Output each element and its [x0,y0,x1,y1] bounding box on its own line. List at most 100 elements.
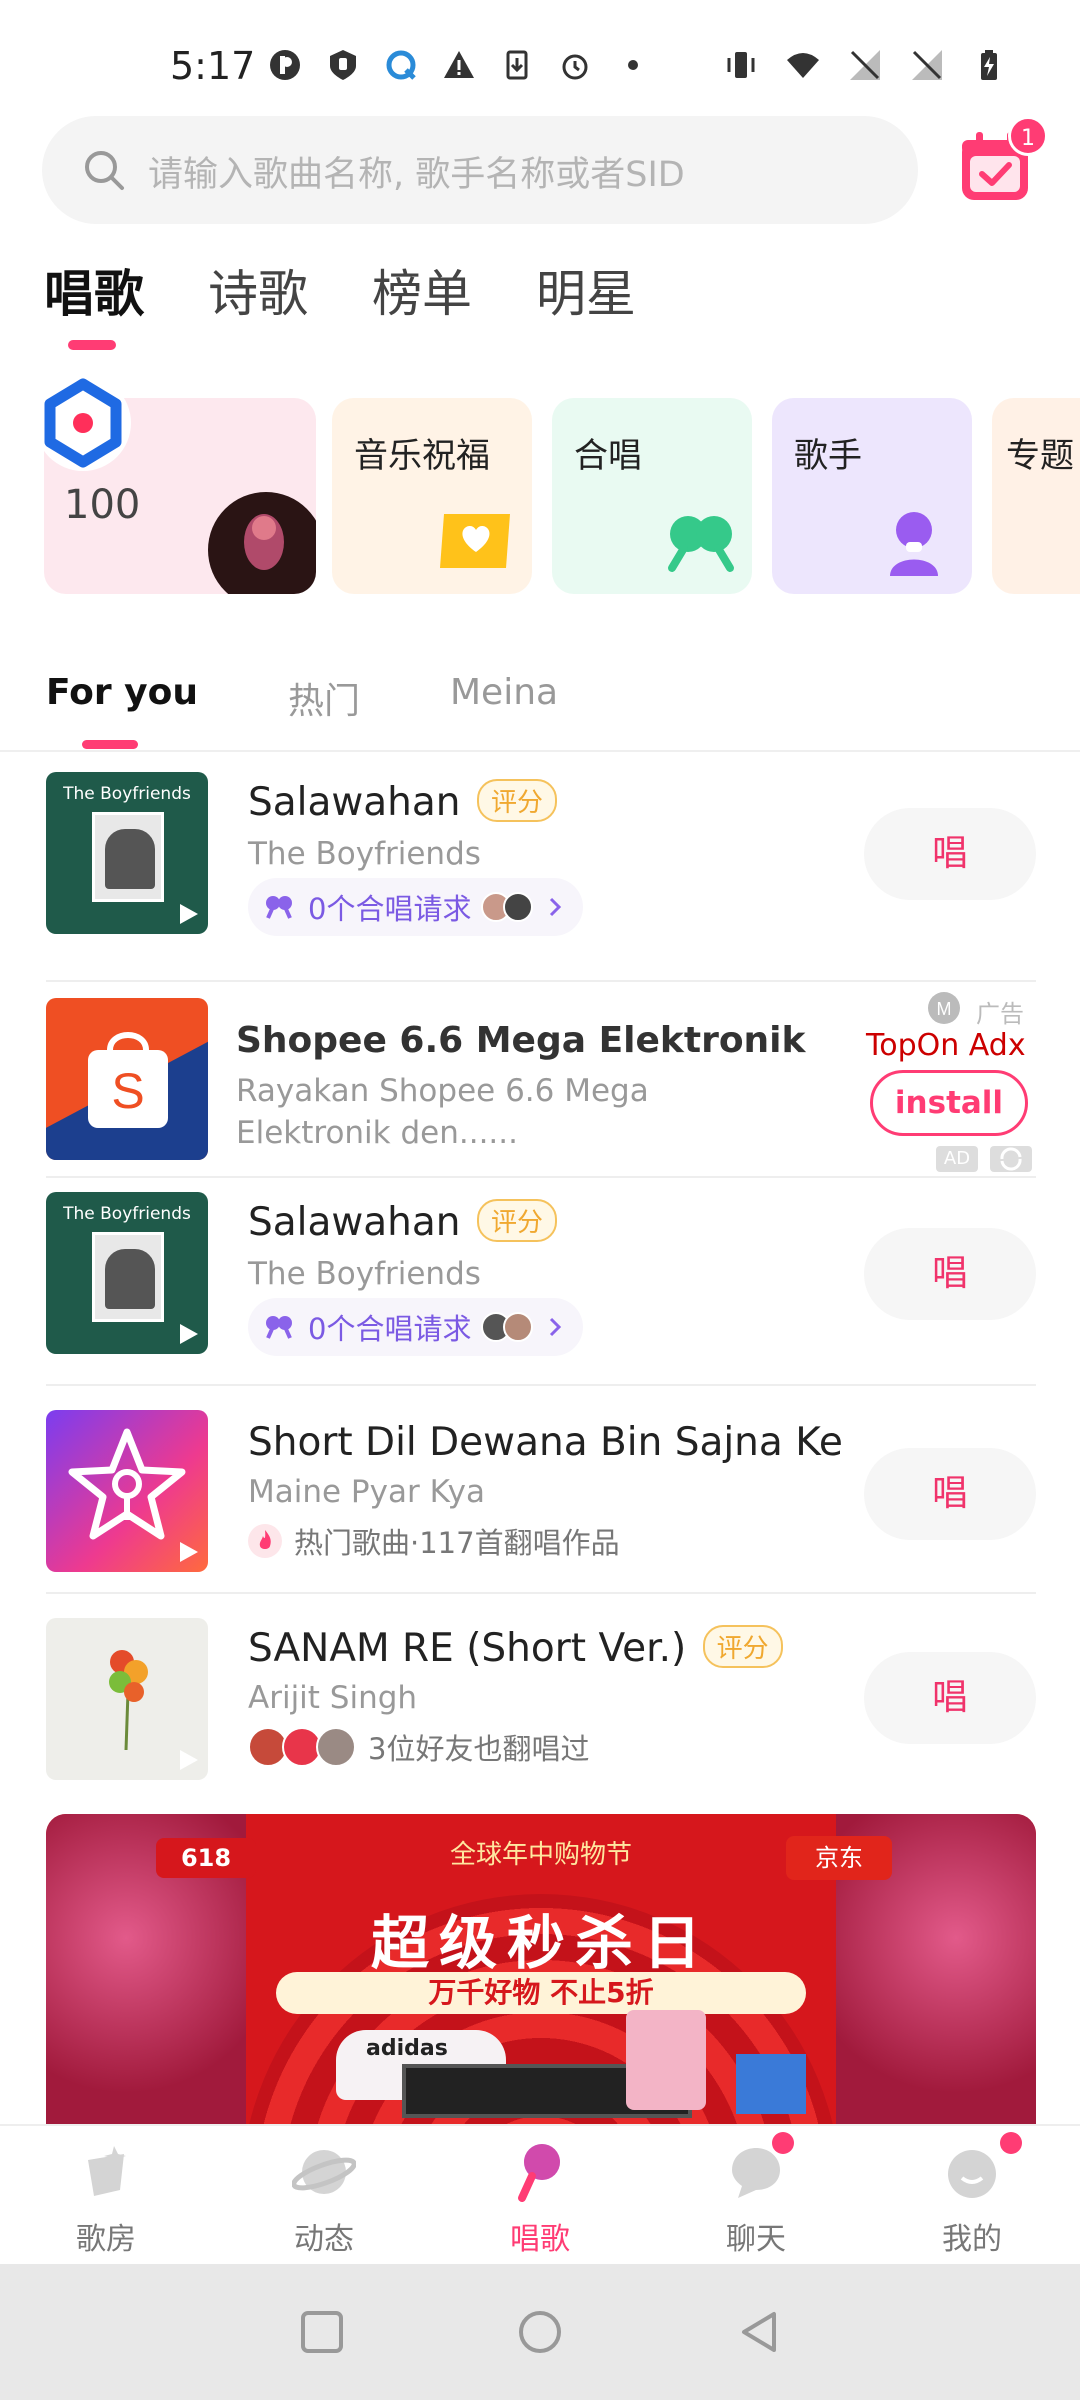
sing-button[interactable]: 唱 [864,1228,1036,1320]
subtab-indicator [82,740,138,749]
category-card-chorus[interactable]: 合唱 [552,398,752,594]
category-label: 专题 [1006,436,1074,476]
ad-row[interactable]: S Shopee 6.6 Mega Elektronik Rayakan Sho… [0,984,1080,1184]
song-row[interactable]: SANAM RE (Short Ver.) 评分 Arijit Singh 3位… [0,1596,1080,1796]
category-card-blessing[interactable]: 音乐祝福 [332,398,532,594]
song-row[interactable]: The Boyfriends Salawahan 评分 The Boyfrien… [0,1180,1080,1380]
divider [46,1592,1036,1594]
fire-icon [248,1524,282,1558]
home-icon[interactable] [516,2308,564,2356]
song-title-line: Salawahan 评分 [248,1199,557,1246]
rate-badge: 评分 [476,1199,557,1242]
nav-label: 歌房 [76,2222,136,2257]
system-nav-bar [0,2264,1080,2400]
back-icon[interactable] [736,2308,784,2356]
flower-art-icon [109,1650,148,1751]
chorus-text: 0个合唱请求 [308,1312,472,1346]
tab-stars[interactable]: 明星 [536,254,636,326]
search-icon [85,151,124,190]
divider [46,1176,1036,1178]
category-card-singer[interactable]: 歌手 [772,398,972,594]
sing-button[interactable]: 唱 [864,808,1036,900]
search-placeholder: 请输入歌曲名称, 歌手名称或者SID [148,155,685,195]
category-card-topic[interactable]: 专题 [992,398,1080,594]
friends-info: 3位好友也翻唱过 [248,1726,589,1768]
ad-logo-icon: M [928,992,960,1024]
chorus-request-chip[interactable]: 0个合唱请求 [248,1298,584,1356]
subtab-for-you[interactable]: For you [46,672,198,724]
chorus-request-chip[interactable]: 0个合唱请求 [248,878,584,936]
cover-title: The Boyfriends [63,784,191,804]
banner-suitcase [626,2010,706,2110]
song-cover [46,1618,208,1780]
star-mic-icon [68,1428,186,1540]
status-time: 5:17 [170,44,256,88]
status-bar: 5:17 [0,0,1080,130]
search-bar[interactable]: 请输入歌曲名称, 歌手名称或者SID [42,116,918,224]
song-row[interactable]: Short Dil Dewana Bin Sajna Ke Maine Pyar… [0,1388,1080,1588]
bottom-nav: 歌房 动态 唱歌 聊天 我的 [0,2124,1080,2264]
play-icon [180,1750,198,1770]
chevron-right-icon [550,897,562,917]
sing-button[interactable]: 唱 [864,1652,1036,1744]
divider [46,1384,1036,1386]
song-title: SANAM RE (Short Ver.) [248,1626,687,1671]
tab-sing[interactable]: 唱歌 [44,254,144,326]
song-cover: The Boyfriends [46,772,208,934]
song-artist: Arijit Singh [248,1680,418,1716]
chorus-mic-icon [668,516,734,572]
dot-icon [628,60,638,70]
signal-off-icon-2 [912,50,942,80]
play-icon [180,904,198,924]
install-button[interactable]: install [870,1070,1028,1136]
song-title: Salawahan [248,780,461,825]
banner-subtitle: 万千好物 不止5折 [276,1972,806,2014]
recent-apps-icon[interactable] [298,2308,346,2356]
cover-photo [92,1232,164,1322]
download-icon [506,50,528,80]
nav-sing[interactable]: 唱歌 [470,2140,610,2258]
refresh-icon[interactable] [990,1146,1032,1172]
cover-title: The Boyfriends [63,1204,191,1224]
song-artist: Maine Pyar Kya [248,1474,485,1510]
rate-badge: 评分 [702,1625,783,1668]
tab-poetry[interactable]: 诗歌 [208,254,308,326]
nav-me-dot [1000,2132,1022,2154]
alarm-icon [562,54,588,80]
main-tab-indicator [68,340,116,350]
banner-box [736,2054,806,2114]
song-row[interactable]: The Boyfriends Salawahan 评分 The Boyfrien… [0,760,1080,960]
nav-chat-dot [772,2132,794,2154]
ad-description: Rayakan Shopee 6.6 Mega Elektronik den..… [236,1073,649,1151]
nav-me[interactable]: 我的 [902,2140,1042,2258]
banner-product-text: adidas [366,2036,448,2061]
category-label: 歌手 [794,436,862,476]
avatar [503,1312,534,1342]
tab-charts[interactable]: 榜单 [372,254,472,326]
nav-feed[interactable]: 动态 [254,2140,394,2258]
hot-text: 热门歌曲·117首翻唱作品 [294,1526,620,1560]
microphone-icon [518,2144,560,2202]
chorus-text: 0个合唱请求 [308,892,472,926]
song-artist: The Boyfriends [248,1256,481,1292]
nav-chat[interactable]: 聊天 [686,2140,826,2258]
signal-off-icon [850,50,880,80]
planet-icon [291,2150,357,2194]
promo-banner[interactable]: 618 京东 全球年中购物节 超级秒杀日 万千好物 不止5折 adidas [46,1814,1036,2124]
nav-room[interactable]: 歌房 [36,2140,176,2258]
ad-tag-badge: AD [936,1146,978,1172]
subtab-meina[interactable]: Meina [450,672,558,724]
nav-label: 唱歌 [510,2222,570,2257]
category-cards: 100 音乐祝福 合唱 歌手 专题 [44,398,1080,598]
chorus-icon [266,1316,292,1339]
nav-label: 我的 [942,2222,1002,2257]
subtab-hot[interactable]: 热门 [288,672,360,724]
song-title-line: SANAM RE (Short Ver.) 评分 [248,1625,783,1672]
song-cover [46,1410,208,1572]
nav-label: 动态 [294,2222,354,2257]
q-app-icon [386,50,416,80]
sing-button[interactable]: 唱 [864,1448,1036,1540]
floating-app-logo-icon[interactable] [32,372,134,474]
profile-face-icon [948,2150,996,2198]
shield-icon [330,50,356,80]
